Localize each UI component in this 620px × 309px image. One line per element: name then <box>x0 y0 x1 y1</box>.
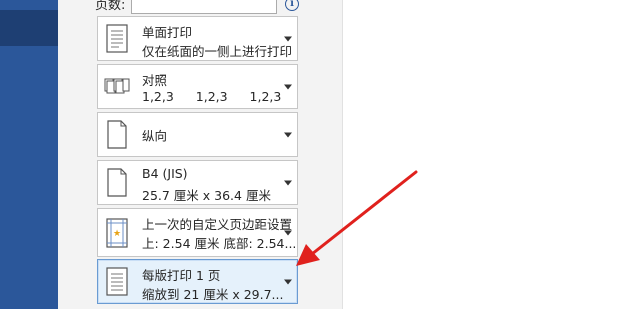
pages-label: 页数: <box>95 0 126 13</box>
single-side-print-icon <box>106 23 128 53</box>
pages-per-sheet-dropdown[interactable]: 每版打印 1 页 缩放到 21 厘米 x 29.7... <box>97 259 298 304</box>
chevron-down-icon <box>284 180 292 185</box>
collate-desc: 1,2,3 1,2,3 1,2,3 <box>142 89 282 104</box>
paper-size-dropdown[interactable]: B4 (JIS) 25.7 厘米 x 36.4 厘米 <box>97 160 298 205</box>
paper-size-icon <box>107 167 127 197</box>
collate-icon <box>104 78 130 93</box>
svg-text:★: ★ <box>113 229 121 239</box>
portrait-page-icon <box>107 119 127 149</box>
chevron-down-icon <box>284 132 292 137</box>
paper-size-desc: 25.7 厘米 x 36.4 厘米 <box>142 188 271 203</box>
paper-size-title: B4 (JIS) <box>142 166 188 181</box>
sides-dropdown[interactable]: 单面打印 仅在纸面的一侧上进行打印 <box>97 16 298 61</box>
pages-per-sheet-icon <box>106 266 128 296</box>
margins-title: 上一次的自定义页边距设置 <box>142 217 293 232</box>
chevron-down-icon <box>284 230 292 235</box>
collate-title: 对照 <box>142 73 168 88</box>
orientation-title: 纵向 <box>142 128 168 143</box>
chevron-down-icon <box>284 36 292 41</box>
sides-title: 单面打印 <box>142 25 193 40</box>
print-preview-area <box>342 0 620 309</box>
margins-desc: 上: 2.54 厘米 底部: 2.54... <box>142 236 297 251</box>
pages-input[interactable] <box>131 0 277 14</box>
margins-icon: ★ <box>106 217 128 248</box>
chevron-down-icon <box>284 279 292 284</box>
backstage-sidebar <box>0 0 58 309</box>
orientation-dropdown[interactable]: 纵向 <box>97 112 298 157</box>
sides-desc: 仅在纸面的一侧上进行打印 <box>142 44 293 59</box>
pages-per-sheet-desc: 缩放到 21 厘米 x 29.7... <box>142 287 284 302</box>
collate-dropdown[interactable]: 对照 1,2,3 1,2,3 1,2,3 <box>97 64 298 109</box>
sidebar-item-print[interactable] <box>0 10 58 46</box>
pages-per-sheet-title: 每版打印 1 页 <box>142 268 221 283</box>
margins-dropdown[interactable]: ★ 上一次的自定义页边距设置 上: 2.54 厘米 底部: 2.54... <box>97 208 298 257</box>
chevron-down-icon <box>284 84 292 89</box>
